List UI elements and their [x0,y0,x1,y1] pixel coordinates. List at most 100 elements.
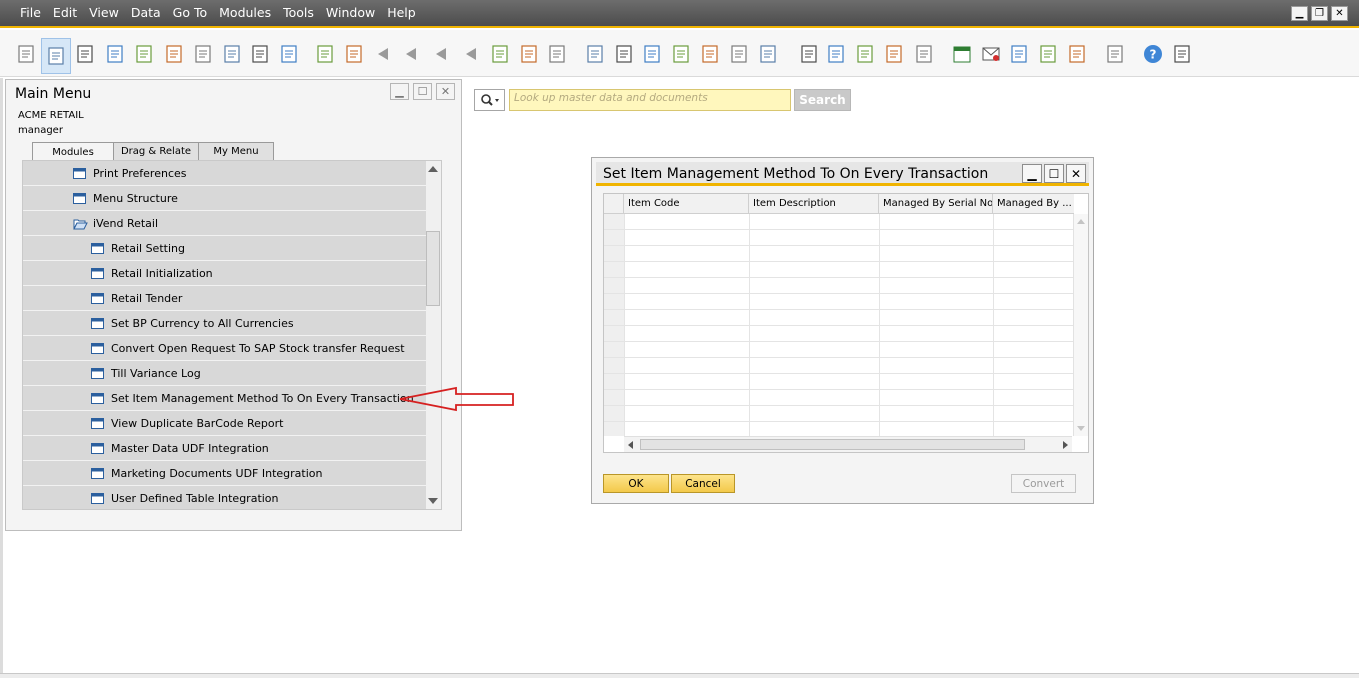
search-scope-button[interactable] [474,89,505,111]
app-close-button[interactable]: ✕ [1331,6,1348,21]
search-button[interactable]: Search [794,89,851,111]
tree-item[interactable]: User Defined Table Integration [23,486,426,509]
column-header-managed-by[interactable]: Managed By ... [993,194,1074,214]
menu-help[interactable]: Help [381,0,422,26]
scroll-up-icon[interactable] [428,166,438,172]
export-excel-icon[interactable] [164,44,184,64]
export-pdf-icon[interactable] [222,44,242,64]
settings-icon[interactable] [799,44,819,64]
menu-modules[interactable]: Modules [213,0,277,26]
menu-window[interactable]: Window [320,0,381,26]
gross-profit-icon[interactable] [642,44,662,64]
menu-data[interactable]: Data [125,0,167,26]
tree-item[interactable]: Retail Initialization [23,261,426,286]
ok-button[interactable]: OK [603,474,669,493]
target-document-icon[interactable] [614,44,634,64]
scroll-up-icon[interactable] [1077,219,1085,224]
doc-settings-icon[interactable] [884,44,904,64]
new-document-icon[interactable] [855,44,875,64]
scroll-down-icon[interactable] [1077,426,1085,431]
tree-item[interactable]: Menu Structure [23,186,426,211]
tree-item[interactable]: Retail Setting [23,236,426,261]
first-record-icon[interactable] [374,44,394,64]
calendar-icon[interactable] [981,44,1001,64]
tree-item[interactable]: Convert Open Request To SAP Stock transf… [23,336,426,361]
tab-drag-relate[interactable]: Drag & Relate [113,142,199,160]
tree-item[interactable]: Master Data UDF Integration [23,436,426,461]
lock-screen-icon[interactable] [279,44,299,64]
find-icon[interactable] [315,44,335,64]
payment-means-icon[interactable] [671,44,691,64]
fax-icon[interactable] [134,44,154,64]
pen-icon[interactable] [826,44,846,64]
menu-goto[interactable]: Go To [167,0,213,26]
grid-horizontal-scrollbar[interactable] [624,436,1072,452]
tree-item[interactable]: Retail Tender [23,286,426,311]
menu-view[interactable]: View [83,0,125,26]
app-minimize-button[interactable]: ▁ [1291,6,1308,21]
base-document-icon[interactable] [585,44,605,64]
help-icon[interactable]: ? [1143,44,1163,64]
column-header-managed-by-serial[interactable]: Managed By Serial No. [879,194,993,214]
tree-item-label: Retail Initialization [111,266,213,280]
sms-icon[interactable] [105,44,125,64]
widget-a-icon[interactable] [1172,44,1192,64]
scroll-right-icon[interactable] [1063,441,1068,449]
launch-app-icon[interactable] [250,44,270,64]
minimize-icon: ▁ [1295,7,1304,19]
menu-edit[interactable]: Edit [47,0,83,26]
messages-icon[interactable] [914,44,934,64]
email-icon[interactable] [75,44,95,64]
menu-tools[interactable]: Tools [277,0,320,26]
inbox-icon[interactable] [1009,44,1029,64]
sort-icon[interactable] [547,44,567,64]
app-restore-button[interactable]: ❐ [1311,6,1328,21]
refresh-icon[interactable] [490,44,510,64]
scroll-down-icon[interactable] [428,498,438,504]
dialog-titlebar[interactable]: Set Item Management Method To On Every T… [596,162,1089,186]
tree-item[interactable]: Marketing Documents UDF Integration [23,461,426,486]
tree-item[interactable]: iVend Retail [23,211,426,236]
next-record-icon[interactable] [432,44,452,64]
hierarchy-icon[interactable] [1067,44,1087,64]
journal-voucher-icon[interactable] [729,44,749,64]
grid-vertical-scrollbar[interactable] [1073,214,1088,436]
grid-hscroll-thumb[interactable] [640,439,1025,450]
main-menu-close-button[interactable]: ✕ [436,83,455,100]
volume-weight-icon[interactable] [700,44,720,64]
cancel-button[interactable]: Cancel [671,474,735,493]
tree-item[interactable]: Print Preferences [23,161,426,186]
filter-icon[interactable] [519,44,539,64]
tree-item[interactable]: View Duplicate BarCode Report [23,411,426,436]
export-word-icon[interactable] [193,44,213,64]
tree-scrollbar[interactable] [424,161,441,509]
transaction-journal-icon[interactable] [758,44,778,64]
column-header-item-description[interactable]: Item Description [749,194,879,214]
tree-item[interactable]: Set Item Management Method To On Every T… [23,386,426,411]
print-icon[interactable] [41,38,71,74]
dialog-close-button[interactable]: ✕ [1066,164,1086,183]
tab-my-menu[interactable]: My Menu [198,142,274,160]
convert-button[interactable]: Convert [1011,474,1076,493]
user-icon[interactable] [1105,44,1125,64]
report-icon[interactable] [1038,44,1058,64]
column-header-item-code[interactable]: Item Code [624,194,749,214]
previous-record-icon[interactable] [402,44,422,64]
lookup-input[interactable]: Look up master data and documents [509,89,791,111]
print-preview-icon[interactable] [16,44,36,64]
main-menu-minimize-button[interactable]: ▁ [390,83,409,100]
scroll-left-icon[interactable] [628,441,633,449]
tab-modules[interactable]: Modules [32,142,114,161]
menu-file[interactable]: File [14,0,47,26]
dialog-minimize-button[interactable]: ▁ [1022,164,1042,183]
dialog-maximize-button[interactable]: ☐ [1044,164,1064,183]
last-record-icon[interactable] [462,44,482,64]
alerts-icon[interactable] [952,44,972,64]
doc-settings-icon [886,45,902,63]
tree-item[interactable]: Till Variance Log [23,361,426,386]
add-icon[interactable] [344,44,364,64]
export-word-icon [195,45,211,63]
tree-item[interactable]: Set BP Currency to All Currencies [23,311,426,336]
main-menu-maximize-button[interactable]: ☐ [413,83,432,100]
tree-scroll-thumb[interactable] [426,231,440,306]
